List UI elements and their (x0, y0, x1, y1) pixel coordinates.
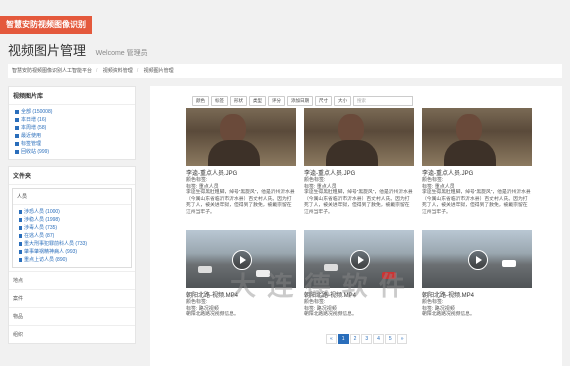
folder-item-goods[interactable]: 物品 (9, 307, 135, 325)
folder-item[interactable]: 在逃人员 (87) (19, 232, 131, 240)
card-description: 朝阳北路路况视频信息。 (422, 312, 475, 317)
calendar-icon (15, 117, 19, 122)
pager-page-2[interactable]: 2 (349, 334, 361, 344)
breadcrumb-item[interactable]: 视频资料管理 (103, 68, 133, 74)
media-card[interactable]: 朝阳北路-视频.MP4 颜色标签: 标签: 路况视频 朝阳北路路况视频信息。 (422, 230, 532, 319)
folder-case[interactable]: 案件 (9, 289, 135, 307)
card-thumbnail[interactable] (422, 108, 532, 166)
content-panel: 颜色 标签 形状 类型 评分 添加日期 尺寸 大小 搜索 李逵-重点人员.JPG… (150, 86, 562, 366)
person-icon (19, 217, 22, 222)
pager-page-1[interactable]: 1 (337, 334, 349, 344)
folder-item[interactable]: 重大刑事犯罪前科人员 (733) (19, 240, 131, 248)
card-title[interactable]: 李逵-重点人员.JPG (304, 168, 414, 177)
library-item-all[interactable]: 全部 (150008) (15, 108, 135, 116)
folder-group-title[interactable]: 人员 (13, 189, 131, 205)
person-icon (19, 225, 22, 230)
filter-shape-button[interactable]: 形状 (230, 96, 247, 106)
filter-type-button[interactable]: 类型 (249, 96, 266, 106)
pager-page-4[interactable]: 4 (373, 334, 384, 344)
card-title[interactable]: 朝阳北路-视频.MP4 (304, 290, 414, 299)
card-thumbnail[interactable] (186, 108, 296, 166)
media-card[interactable]: 李逵-重点人员.JPG 颜色标签: 标签: 重点人员 李逵生得黑肚粗脚，绰号“黑… (422, 108, 532, 216)
card-thumbnail[interactable] (304, 230, 414, 288)
breadcrumb: 智慧安防视频图像识别人工智能平台 / 视频资料管理 / 视频图片管理 (8, 64, 562, 78)
filter-dimension-button[interactable]: 尺寸 (315, 96, 332, 106)
card-thumbnail[interactable] (304, 108, 414, 166)
pager-page-5[interactable]: 5 (384, 334, 396, 344)
library-item-trash[interactable]: 回收站 (999) (15, 148, 135, 156)
play-icon[interactable] (232, 250, 252, 270)
page-header: 视频图片管理 Welcome 管理员 (8, 40, 148, 59)
filter-size-button[interactable]: 大小 (334, 96, 351, 106)
folder-icon (15, 109, 19, 114)
library-item-week[interactable]: 本周增 (58) (15, 124, 135, 132)
person-icon (19, 241, 22, 246)
person-icon (19, 257, 22, 262)
breadcrumb-item: 视频图片管理 (143, 68, 174, 74)
play-icon[interactable] (468, 250, 488, 270)
trash-icon (15, 149, 19, 154)
card-description: 朝阳北路路况视频信息。 (304, 312, 357, 317)
top-bar: 智慧安防视频图像识别 (0, 0, 570, 34)
media-card[interactable]: 朝阳北路-视频.MP4 颜色标签: 标签: 路况视频 朝阳北路路况视频信息。 (304, 230, 414, 319)
folder-box: 文件夹 人员 涉恐人员 (1000) 涉稳人员 (1998) 涉毒人员 (735… (8, 166, 136, 344)
card-title[interactable]: 李逵-重点人员.JPG (422, 168, 532, 177)
media-card[interactable]: 李逵-重点人员.JPG 颜色标签: 标签: 重点人员 李逵生得黑肚粗脚，绰号“黑… (186, 108, 296, 216)
filter-toolbar: 颜色 标签 形状 类型 评分 添加日期 尺寸 大小 搜索 (192, 96, 413, 106)
card-title[interactable]: 朝阳北路-视频.MP4 (422, 290, 532, 299)
clock-icon (15, 133, 19, 138)
library-box: 视频图片库 全部 (150008) 本日增 (16) 本周增 (58) 最近使用… (8, 86, 136, 160)
calendar-icon (15, 125, 19, 130)
filter-rating-button[interactable]: 评分 (268, 96, 285, 106)
play-icon[interactable] (350, 250, 370, 270)
folder-item[interactable]: 涉毒人员 (735) (19, 224, 131, 232)
filter-date-button[interactable]: 添加日期 (287, 96, 313, 106)
media-card[interactable]: 朝阳北路-视频.MP4 颜色标签: 标签: 路况视频 朝阳北路路况视频信息。 (186, 230, 296, 319)
card-description: 朝阳北路路况视频信息。 (186, 312, 239, 317)
person-icon (19, 249, 22, 254)
filter-tag-button[interactable]: 标签 (211, 96, 228, 106)
folder-item[interactable]: 肇事肇祸精神病人 (993) (19, 248, 131, 256)
library-title: 视频图片库 (9, 87, 135, 105)
card-title[interactable]: 朝阳北路-视频.MP4 (186, 290, 296, 299)
breadcrumb-item[interactable]: 智慧安防视频图像识别人工智能平台 (12, 68, 92, 74)
card-description: 李逵生得黑肚粗脚，绰号“黑旋风”，他是沂州沂水县（今属山东省临沂市沂水县）百丈村… (304, 190, 413, 215)
card-thumbnail[interactable] (186, 230, 296, 288)
library-item-today[interactable]: 本日增 (16) (15, 116, 135, 124)
folder-organization[interactable]: 组织 (9, 325, 135, 343)
search-input[interactable]: 搜索 (353, 96, 413, 106)
folder-item[interactable]: 涉恐人员 (1000) (19, 208, 131, 216)
brand-logo[interactable]: 智慧安防视频图像识别 (0, 16, 92, 34)
library-item-tags[interactable]: 标签管理 (15, 140, 135, 148)
left-panel: 视频图片库 全部 (150008) 本日增 (16) 本周增 (58) 最近使用… (8, 86, 136, 366)
folder-item[interactable]: 重点上访人员 (890) (19, 256, 131, 264)
pager-next[interactable]: » (396, 334, 408, 344)
card-description: 李逵生得黑肚粗脚，绰号“黑旋风”，他是沂州沂水县（今属山东省临沂市沂水县）百丈村… (186, 190, 295, 215)
library-item-recent[interactable]: 最近使用 (15, 132, 135, 140)
filter-color-button[interactable]: 颜色 (192, 96, 209, 106)
folder-location[interactable]: 地点 (9, 271, 135, 289)
media-card[interactable]: 李逵-重点人员.JPG 颜色标签: 标签: 重点人员 李逵生得黑肚粗脚，绰号“黑… (304, 108, 414, 216)
pager-prev[interactable]: « (326, 334, 337, 344)
person-icon (19, 233, 22, 238)
page-title: 视频图片管理 (8, 43, 87, 58)
pager-page-3[interactable]: 3 (361, 334, 373, 344)
folder-item[interactable]: 涉稳人员 (1998) (19, 216, 131, 224)
card-thumbnail[interactable] (422, 230, 532, 288)
pagination: « 1 2 3 4 5 » (326, 334, 408, 344)
person-icon (19, 209, 22, 214)
folder-title: 文件夹 (9, 167, 135, 185)
card-description: 李逵生得黑肚粗脚，绰号“黑旋风”，他是沂州沂水县（今属山东省临沂市沂水县）百丈村… (422, 190, 531, 215)
tag-icon (15, 141, 19, 146)
page-subtitle: Welcome 管理员 (95, 50, 148, 57)
card-title[interactable]: 李逵-重点人员.JPG (186, 168, 296, 177)
folder-group-people: 人员 涉恐人员 (1000) 涉稳人员 (1998) 涉毒人员 (735) 在逃… (12, 188, 132, 268)
